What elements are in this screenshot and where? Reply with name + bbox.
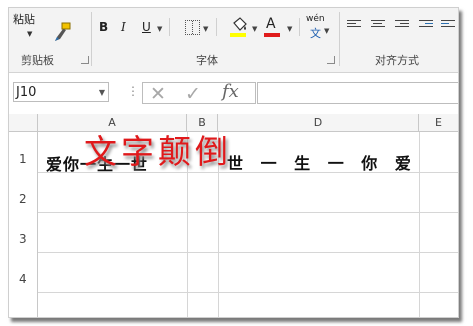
row-header-2[interactable]: 2 xyxy=(9,172,38,212)
chevron-down-icon[interactable]: ▼ xyxy=(99,83,105,103)
bold-button[interactable]: B xyxy=(99,20,108,34)
clipboard-group-label: 剪贴板 xyxy=(21,54,54,67)
select-all-corner[interactable] xyxy=(9,114,38,132)
overlay-caption: 文字颠倒 xyxy=(84,132,232,171)
format-painter-icon[interactable] xyxy=(53,22,73,42)
phonetic-dropdown-icon[interactable]: ▼ xyxy=(324,27,329,35)
borders-icon[interactable] xyxy=(185,20,200,35)
paste-label: 粘贴 xyxy=(13,13,35,26)
row-header-4[interactable]: 4 xyxy=(9,252,38,292)
alignment-group-label: 对齐方式 xyxy=(375,54,419,67)
cell-d1[interactable]: 世 一 生 一 你 爱 xyxy=(227,150,411,174)
toolbar-divider xyxy=(299,18,300,36)
borders-dropdown-icon[interactable]: ▼ xyxy=(203,25,208,33)
align-right-icon[interactable] xyxy=(395,20,409,31)
cancel-icon[interactable]: ✕ xyxy=(150,83,166,105)
phonetic-guide-top[interactable]: wén xyxy=(306,14,325,24)
increase-indent-icon[interactable] xyxy=(441,20,455,31)
font-color-dropdown-icon[interactable]: ▼ xyxy=(287,25,292,33)
font-color-icon[interactable]: A xyxy=(266,16,276,32)
underline-button[interactable]: U xyxy=(142,20,151,34)
font-group-label: 字体 xyxy=(196,54,218,67)
phonetic-guide-icon[interactable]: 文 xyxy=(310,25,321,41)
row-header-5[interactable] xyxy=(9,292,38,317)
fill-color-dropdown-icon[interactable]: ▼ xyxy=(252,25,257,33)
italic-button[interactable]: I xyxy=(121,20,126,34)
insert-function-icon[interactable]: fx xyxy=(222,81,239,102)
excel-window: 粘贴 ▼ 剪贴板 B I U ▼ ▼ ▼ A ▼ wén 文 ▼ 字体 对齐方式… xyxy=(8,7,459,318)
column-header-e[interactable]: E xyxy=(419,114,458,132)
toolbar-divider xyxy=(169,18,170,36)
gridline xyxy=(38,292,458,293)
name-box-value: J10 xyxy=(16,85,37,100)
formula-input[interactable] xyxy=(257,82,458,104)
enter-icon[interactable]: ✓ xyxy=(185,83,201,105)
ribbon: 粘贴 ▼ 剪贴板 B I U ▼ ▼ ▼ A ▼ wén 文 ▼ 字体 对齐方式 xyxy=(9,8,458,73)
name-box[interactable]: J10 ▼ xyxy=(13,82,109,102)
decrease-indent-icon[interactable] xyxy=(419,20,433,31)
underline-dropdown-icon[interactable]: ▼ xyxy=(157,25,162,33)
worksheet-grid[interactable]: A B D E 1 2 3 4 爱你一生一世 世 一 生 一 你 爱 xyxy=(9,114,458,317)
align-left-icon[interactable] xyxy=(347,20,361,31)
fill-color-icon[interactable] xyxy=(230,17,248,39)
gridline xyxy=(419,132,420,317)
chevron-down-icon[interactable]: ▼ xyxy=(27,30,32,38)
toolbar-divider xyxy=(216,18,217,36)
align-center-icon[interactable] xyxy=(371,20,385,31)
group-divider xyxy=(91,12,92,66)
more-options-icon[interactable]: ⋮ xyxy=(127,84,139,98)
row-header-3[interactable]: 3 xyxy=(9,212,38,252)
column-header-d[interactable]: D xyxy=(218,114,419,132)
clipboard-launcher-icon[interactable] xyxy=(81,56,89,64)
gridline xyxy=(38,212,458,213)
font-launcher-icon[interactable] xyxy=(327,56,335,64)
font-color-bar xyxy=(264,33,280,37)
gridline xyxy=(38,252,458,253)
group-divider xyxy=(339,12,340,66)
formula-bar: J10 ▼ ⋮ ✕ ✓ fx xyxy=(9,73,458,113)
row-header-1[interactable]: 1 xyxy=(9,132,38,172)
